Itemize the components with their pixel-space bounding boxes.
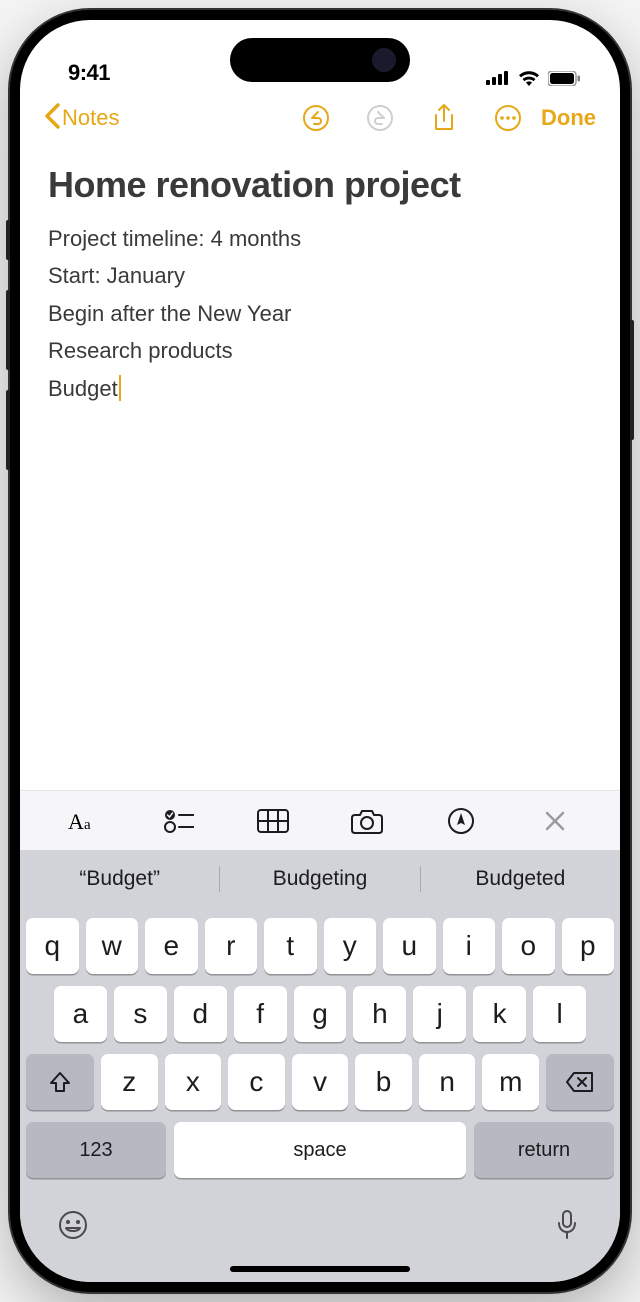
predictive-text-bar: “Budget” Budgeting Budgeted [20,850,620,908]
suggestion-1[interactable]: “Budget” [20,861,219,897]
note-line[interactable]: Project timeline: 4 months [48,220,592,257]
back-label: Notes [62,105,119,131]
key-j[interactable]: j [413,986,466,1042]
keyboard: q w e r t y u i o p a s d f g h j k l [20,908,620,1282]
table-icon[interactable] [253,801,293,841]
text-cursor [119,375,122,401]
share-button[interactable] [429,103,459,133]
nav-bar: Notes Done [20,90,620,146]
key-t[interactable]: t [264,918,317,974]
note-title[interactable]: Home renovation project [48,164,592,206]
key-c[interactable]: c [228,1054,285,1110]
key-r[interactable]: r [205,918,258,974]
note-line-text: Budget [48,370,118,407]
battery-icon [548,71,580,86]
key-q[interactable]: q [26,918,79,974]
format-toolbar: Aa [20,790,620,850]
volume-down [6,390,10,470]
backspace-key[interactable] [546,1054,614,1110]
key-n[interactable]: n [419,1054,476,1110]
cellular-signal-icon [486,71,510,85]
numbers-key[interactable]: 123 [26,1122,166,1178]
key-v[interactable]: v [292,1054,349,1110]
done-button[interactable]: Done [541,105,596,131]
key-z[interactable]: z [101,1054,158,1110]
return-key[interactable]: return [474,1122,614,1178]
key-row-4: 123 space return [26,1122,614,1178]
key-l[interactable]: l [533,986,586,1042]
key-i[interactable]: i [443,918,496,974]
suggestion-2[interactable]: Budgeting [220,861,419,897]
note-line[interactable]: Research products [48,332,592,369]
key-x[interactable]: x [165,1054,222,1110]
suggestion-3[interactable]: Budgeted [421,861,620,897]
status-icons [486,70,580,86]
volume-up [6,290,10,370]
key-k[interactable]: k [473,986,526,1042]
undo-button[interactable] [301,103,331,133]
chevron-left-icon [44,103,60,134]
note-line[interactable]: Start: January [48,257,592,294]
phone-frame: 9:41 Notes [10,10,630,1292]
shift-key[interactable] [26,1054,94,1110]
svg-text:A: A [68,809,84,833]
key-a[interactable]: a [54,986,107,1042]
keyboard-footer [26,1190,614,1266]
emoji-key[interactable] [56,1208,90,1242]
back-button[interactable]: Notes [44,103,119,134]
key-s[interactable]: s [114,986,167,1042]
key-row-2: a s d f g h j k l [26,986,614,1042]
key-m[interactable]: m [482,1054,539,1110]
space-key[interactable]: space [174,1122,466,1178]
power-button [630,320,634,440]
svg-text:a: a [84,817,91,833]
key-h[interactable]: h [353,986,406,1042]
more-button[interactable] [493,103,523,133]
checklist-icon[interactable] [159,801,199,841]
key-y[interactable]: y [324,918,377,974]
wifi-icon [518,70,540,86]
text-format-icon[interactable]: Aa [65,801,105,841]
camera-icon[interactable] [347,801,387,841]
note-editor[interactable]: Home renovation project Project timeline… [20,146,620,790]
dictation-key[interactable] [550,1208,584,1242]
key-b[interactable]: b [355,1054,412,1110]
status-time: 9:41 [68,60,110,86]
note-line[interactable]: Begin after the New Year [48,295,592,332]
key-o[interactable]: o [502,918,555,974]
close-toolbar-icon[interactable] [535,801,575,841]
key-g[interactable]: g [294,986,347,1042]
note-line[interactable]: Budget [48,370,592,407]
key-p[interactable]: p [562,918,615,974]
redo-button[interactable] [365,103,395,133]
key-e[interactable]: e [145,918,198,974]
dynamic-island [230,38,410,82]
key-w[interactable]: w [86,918,139,974]
key-row-1: q w e r t y u i o p [26,918,614,974]
mute-switch [6,220,10,260]
screen: 9:41 Notes [20,20,620,1282]
key-row-3: z x c v b n m [26,1054,614,1110]
key-d[interactable]: d [174,986,227,1042]
key-f[interactable]: f [234,986,287,1042]
home-indicator[interactable] [230,1266,410,1272]
key-u[interactable]: u [383,918,436,974]
markup-icon[interactable] [441,801,481,841]
